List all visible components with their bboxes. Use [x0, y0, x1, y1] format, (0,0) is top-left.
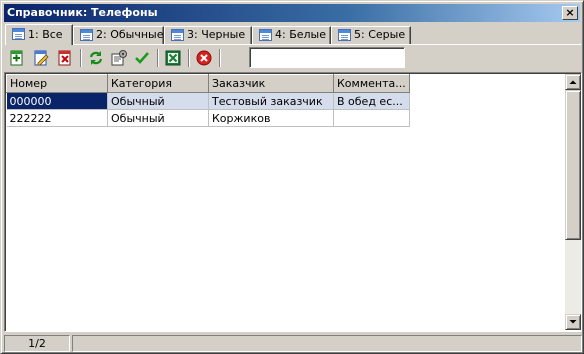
- tab-white[interactable]: 4: Белые: [252, 26, 331, 44]
- cell-number[interactable]: 222222: [6, 109, 108, 127]
- toolbar-separator: [80, 49, 82, 67]
- column-header-customer[interactable]: Заказчик: [208, 74, 334, 93]
- properties-button[interactable]: [109, 48, 129, 68]
- cancel-icon: [196, 50, 212, 66]
- check-icon: [135, 52, 149, 64]
- phones-table: Номер Категория Заказчик Коммента... 000…: [6, 74, 410, 127]
- tab-black[interactable]: 3: Черные: [164, 26, 252, 44]
- add-button[interactable]: [7, 48, 27, 68]
- tab-panel-edge: [5, 44, 581, 45]
- status-info-panel: [72, 335, 582, 352]
- cell-comment[interactable]: [333, 109, 410, 127]
- tab-label: 3: Черные: [187, 28, 246, 41]
- tab-grey[interactable]: 5: Серые: [331, 26, 411, 44]
- cell-category[interactable]: Обычный: [107, 92, 209, 110]
- edit-button[interactable]: [31, 48, 51, 68]
- toolbar: [5, 47, 581, 71]
- cell-category[interactable]: Обычный: [107, 109, 209, 127]
- record-position: 1/2: [4, 335, 70, 352]
- category-tabs: 1: Все 2: Обычные 3: Черные 4: Белые 5: …: [5, 24, 581, 45]
- toolbar-separator: [157, 49, 159, 67]
- column-header-number[interactable]: Номер: [6, 74, 108, 93]
- apply-button[interactable]: [132, 48, 152, 68]
- phones-directory-window: Справочник: Телефоны × 1: Все 2: Обычные…: [0, 0, 584, 354]
- table-icon: [12, 28, 25, 40]
- excel-export-icon: [165, 50, 181, 66]
- excel-export-button[interactable]: [163, 48, 183, 68]
- table-icon: [80, 29, 93, 41]
- table-header-row: Номер Категория Заказчик Коммента...: [6, 74, 410, 93]
- table-icon: [171, 29, 184, 41]
- table-row[interactable]: 222222 Обычный Коржиков: [6, 109, 410, 127]
- title-bar[interactable]: Справочник: Телефоны ×: [4, 4, 580, 22]
- table-icon: [259, 29, 272, 41]
- tab-label: 4: Белые: [275, 28, 326, 41]
- window-title: Справочник: Телефоны: [7, 6, 158, 19]
- cancel-button[interactable]: [194, 48, 214, 68]
- arrow-up-icon: [569, 80, 577, 84]
- properties-icon: [111, 50, 127, 66]
- tab-label: 2: Обычные: [96, 28, 164, 41]
- arrow-down-icon: [569, 320, 577, 324]
- status-bar: 1/2: [4, 335, 582, 352]
- table-row[interactable]: 000000 Обычный Тестовый заказчик В обед …: [6, 92, 410, 110]
- toolbar-separator: [188, 49, 190, 67]
- scrollbar-thumb[interactable]: [565, 90, 581, 240]
- tab-label: 5: Серые: [354, 28, 406, 41]
- cell-customer[interactable]: Тестовый заказчик: [208, 92, 334, 110]
- tab-all[interactable]: 1: Все: [5, 24, 73, 45]
- search-input[interactable]: [249, 47, 405, 68]
- tab-label: 1: Все: [28, 28, 63, 41]
- cell-comment[interactable]: В обед ес...: [333, 92, 410, 110]
- scroll-up-button[interactable]: [565, 74, 581, 90]
- column-header-comment[interactable]: Коммента...: [333, 74, 410, 93]
- add-icon: [10, 50, 23, 66]
- toolbar-separator: [219, 49, 221, 67]
- tab-regular[interactable]: 2: Обычные: [73, 26, 164, 44]
- phones-grid: Номер Категория Заказчик Коммента... 000…: [4, 72, 582, 332]
- refresh-icon: [89, 51, 103, 65]
- table-icon: [338, 29, 351, 41]
- delete-icon: [58, 50, 71, 66]
- delete-button[interactable]: [55, 48, 75, 68]
- refresh-button[interactable]: [86, 48, 106, 68]
- close-icon[interactable]: ×: [562, 6, 578, 20]
- column-header-category[interactable]: Категория: [107, 74, 209, 93]
- cell-customer[interactable]: Коржиков: [208, 109, 334, 127]
- edit-icon: [34, 50, 49, 66]
- vertical-scrollbar[interactable]: [565, 74, 581, 330]
- cell-number[interactable]: 000000: [6, 92, 108, 110]
- scroll-down-button[interactable]: [565, 314, 581, 330]
